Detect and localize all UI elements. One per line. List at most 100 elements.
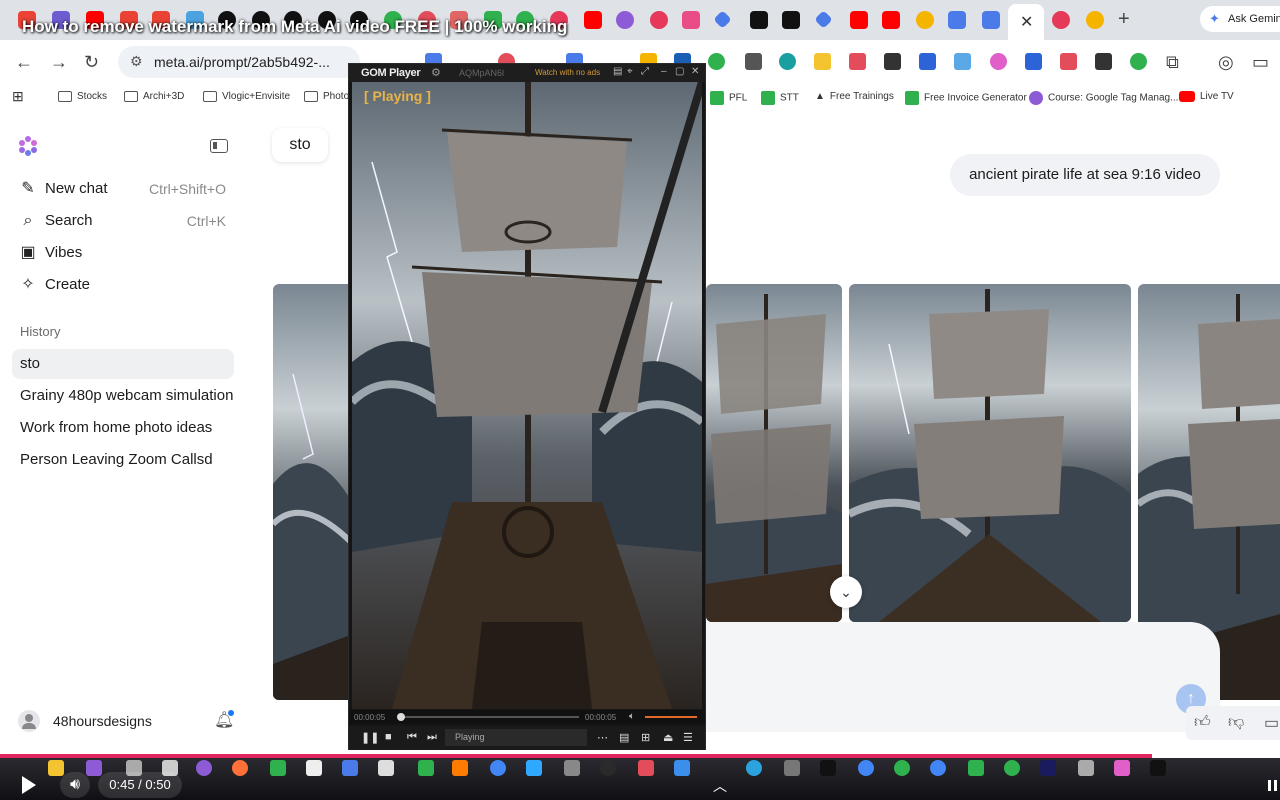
extension-icon[interactable] [990, 53, 1007, 70]
new-chat-button[interactable]: ✎ New chat Ctrl+Shift+O [18, 174, 234, 204]
gemini-tab-icon[interactable] [713, 10, 732, 29]
app-icon[interactable] [1114, 760, 1130, 776]
pause-icon[interactable] [1262, 774, 1280, 796]
apps-grid-icon[interactable]: ⊞ [12, 88, 24, 105]
app-icon[interactable] [1078, 760, 1094, 776]
vibes-button[interactable]: ▣ Vibes [18, 238, 234, 268]
record-tab-icon[interactable] [1052, 11, 1070, 29]
app-icon[interactable] [894, 760, 910, 776]
site-tab-icon[interactable] [916, 11, 934, 29]
bookmark-folder[interactable]: Photo [304, 91, 349, 102]
gom-no-ads-link[interactable]: Watch with no ads [535, 68, 600, 77]
speaker-icon[interactable]: 🔈︎ [629, 711, 635, 722]
gom-video-area[interactable]: [ Playing ] [352, 82, 702, 709]
subtitle-icon[interactable]: ▤ [619, 731, 629, 744]
bookmark-link[interactable]: Course: Google Tag Manag... [1029, 91, 1178, 105]
site-tab-icon[interactable] [616, 11, 634, 29]
gom-seek-handle[interactable] [397, 713, 405, 721]
illustrator-icon[interactable] [452, 760, 468, 776]
app-icon[interactable] [1004, 760, 1020, 776]
message-composer[interactable] [706, 622, 1220, 732]
gom-pin-icon[interactable]: ⌖ [627, 66, 633, 77]
app-icon[interactable] [1040, 760, 1056, 776]
new-tab-button[interactable]: + [1118, 8, 1130, 31]
file-explorer-icon[interactable] [48, 760, 64, 776]
site-tab-icon[interactable] [948, 11, 966, 29]
sidebar-toggle-icon[interactable] [210, 139, 228, 153]
close-icon[interactable]: ✕ [691, 66, 699, 77]
app-icon[interactable] [968, 760, 984, 776]
active-tab[interactable]: ✕ [1008, 4, 1044, 40]
youtube-tab-icon[interactable] [882, 11, 900, 29]
bookmark-link[interactable]: ▲ Free Trainings [815, 91, 894, 102]
gom-fullscreen-icon[interactable]: ⤢ [641, 66, 649, 77]
cast-icon[interactable]: ▭ [1252, 52, 1269, 73]
site-tab-icon[interactable] [682, 11, 700, 29]
more-options-icon[interactable]: ▭ [1264, 713, 1279, 733]
extension-icon[interactable] [1130, 53, 1147, 70]
extensions-puzzle-icon[interactable]: ⧉ [1166, 52, 1179, 73]
more-icon[interactable]: ⋯ [597, 731, 608, 744]
firefox-icon[interactable] [232, 760, 248, 776]
next-icon[interactable]: ⏭︎ [427, 731, 437, 744]
close-tab-icon[interactable]: ✕ [1020, 12, 1033, 32]
site-tab-icon[interactable] [650, 11, 668, 29]
app-icon[interactable] [342, 760, 358, 776]
extension-icon[interactable] [1095, 53, 1112, 70]
bookmark-link[interactable]: Live TV [1179, 91, 1234, 102]
history-item-sto[interactable]: sto [12, 349, 234, 379]
extension-icon[interactable] [884, 53, 901, 70]
eject-icon[interactable]: ⏏︎ [663, 731, 673, 744]
lens-icon[interactable]: ◎ [1218, 52, 1234, 73]
volume-icon[interactable]: 🔊︎ [60, 772, 90, 798]
extension-icon[interactable] [708, 53, 725, 70]
generated-video-thumbnail[interactable] [706, 284, 842, 622]
adobe-tab-icon[interactable] [750, 11, 768, 29]
extension-icon[interactable] [919, 53, 936, 70]
extension-tab-icon[interactable] [982, 11, 1000, 29]
video-progress-bar[interactable] [0, 754, 1280, 758]
extension-icon[interactable] [1025, 53, 1042, 70]
capcut-icon[interactable] [1150, 760, 1166, 776]
gear-icon[interactable]: ⚙ [431, 66, 441, 79]
equalizer-icon[interactable]: ⊞ [641, 731, 650, 744]
adobe-tab-icon[interactable] [782, 11, 800, 29]
history-item[interactable]: Grainy 480p webcam simulation [12, 381, 234, 411]
previous-icon[interactable]: ⏮︎ [407, 731, 417, 744]
app-icon[interactable] [196, 760, 212, 776]
thumbs-up-icon[interactable]: 👍︎ [1194, 713, 1211, 732]
back-button[interactable]: ← [15, 52, 33, 73]
address-bar[interactable]: ⚙ meta.ai/prompt/2ab5b492-... [118, 46, 360, 78]
history-item[interactable]: Work from home photo ideas [12, 413, 234, 443]
play-button[interactable] [8, 772, 44, 798]
app-icon[interactable] [86, 760, 102, 776]
gom-seek-bar[interactable]: 00:00:05 00:00:05 🔈︎ [349, 710, 705, 724]
bookmark-link[interactable]: PFL [710, 91, 747, 105]
bookmark-link[interactable]: Free Invoice Generator [905, 91, 1027, 105]
user-name[interactable]: 48hoursdesigns [53, 713, 152, 729]
reload-button[interactable]: ↻ [84, 52, 99, 73]
bookmark-folder[interactable]: Vlogic+Envisite [203, 91, 290, 102]
app-icon[interactable] [638, 760, 654, 776]
gom-player-window[interactable]: GOM Player ⚙ AQMpAN6l Watch with no ads … [348, 63, 706, 750]
site-info-icon[interactable]: ⚙ [130, 53, 143, 70]
app-icon[interactable] [378, 760, 394, 776]
bookmark-folder[interactable]: Archi+3D [124, 91, 184, 102]
capcut-icon[interactable] [820, 760, 836, 776]
whatsapp-icon[interactable] [418, 760, 434, 776]
generated-video-thumbnail[interactable] [849, 284, 1131, 622]
menu-icon[interactable]: ☰ [683, 731, 693, 744]
chrome-icon[interactable] [930, 760, 946, 776]
extension-icon[interactable] [1060, 53, 1077, 70]
extension-icon[interactable] [745, 53, 762, 70]
youtube-tab-icon[interactable] [584, 11, 602, 29]
extension-icon[interactable] [954, 53, 971, 70]
chrome-icon[interactable] [858, 760, 874, 776]
gom-title-bar[interactable]: GOM Player ⚙ AQMpAN6l Watch with no ads … [349, 64, 705, 82]
photoshop-icon[interactable] [526, 760, 542, 776]
bookmark-folder[interactable]: Stocks [58, 91, 107, 102]
app-icon[interactable] [306, 760, 322, 776]
vscode-icon[interactable] [674, 760, 690, 776]
app-icon[interactable] [784, 760, 800, 776]
search-button[interactable]: ⌕ Search Ctrl+K [18, 206, 234, 236]
